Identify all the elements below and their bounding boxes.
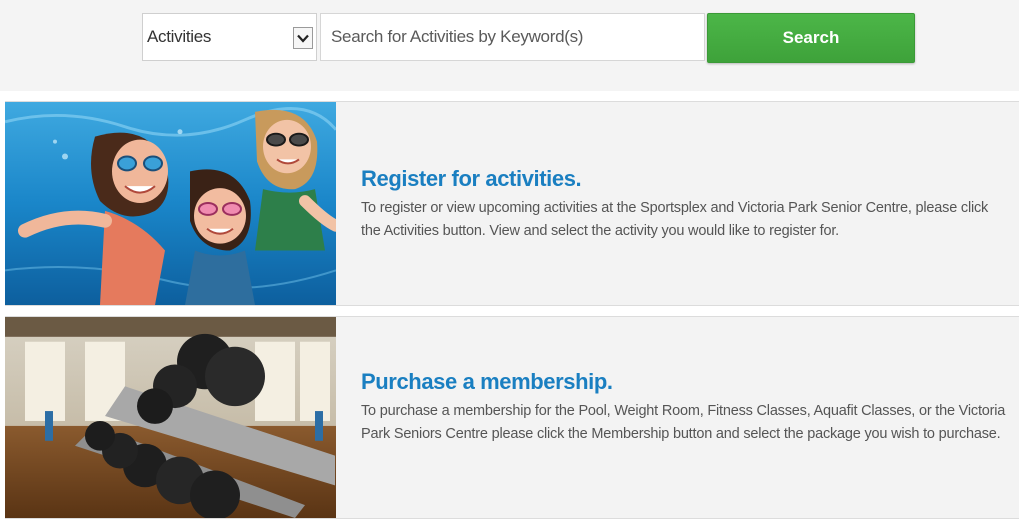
keyword-search-input[interactable] <box>320 13 705 61</box>
purchase-membership-title: Purchase a membership. <box>361 369 613 394</box>
register-activities-description: To register or view upcoming activities … <box>361 200 989 239</box>
category-select[interactable]: Activities <box>142 13 317 61</box>
chevron-down-icon[interactable] <box>293 27 313 49</box>
register-activities-title: Register for activities. <box>361 166 582 191</box>
category-select-value: Activities <box>147 27 212 46</box>
register-activities-card: Register for activities. To register or … <box>5 101 1019 306</box>
kids-swimming-photo <box>5 102 336 305</box>
purchase-membership-description: To purchase a membership for the Pool, W… <box>361 403 1006 442</box>
search-bar: Activities Search <box>0 0 1019 91</box>
search-button[interactable]: Search <box>707 13 915 63</box>
purchase-membership-card: Purchase a membership. To purchase a mem… <box>5 316 1019 519</box>
gym-dumbbells-photo <box>5 317 336 518</box>
